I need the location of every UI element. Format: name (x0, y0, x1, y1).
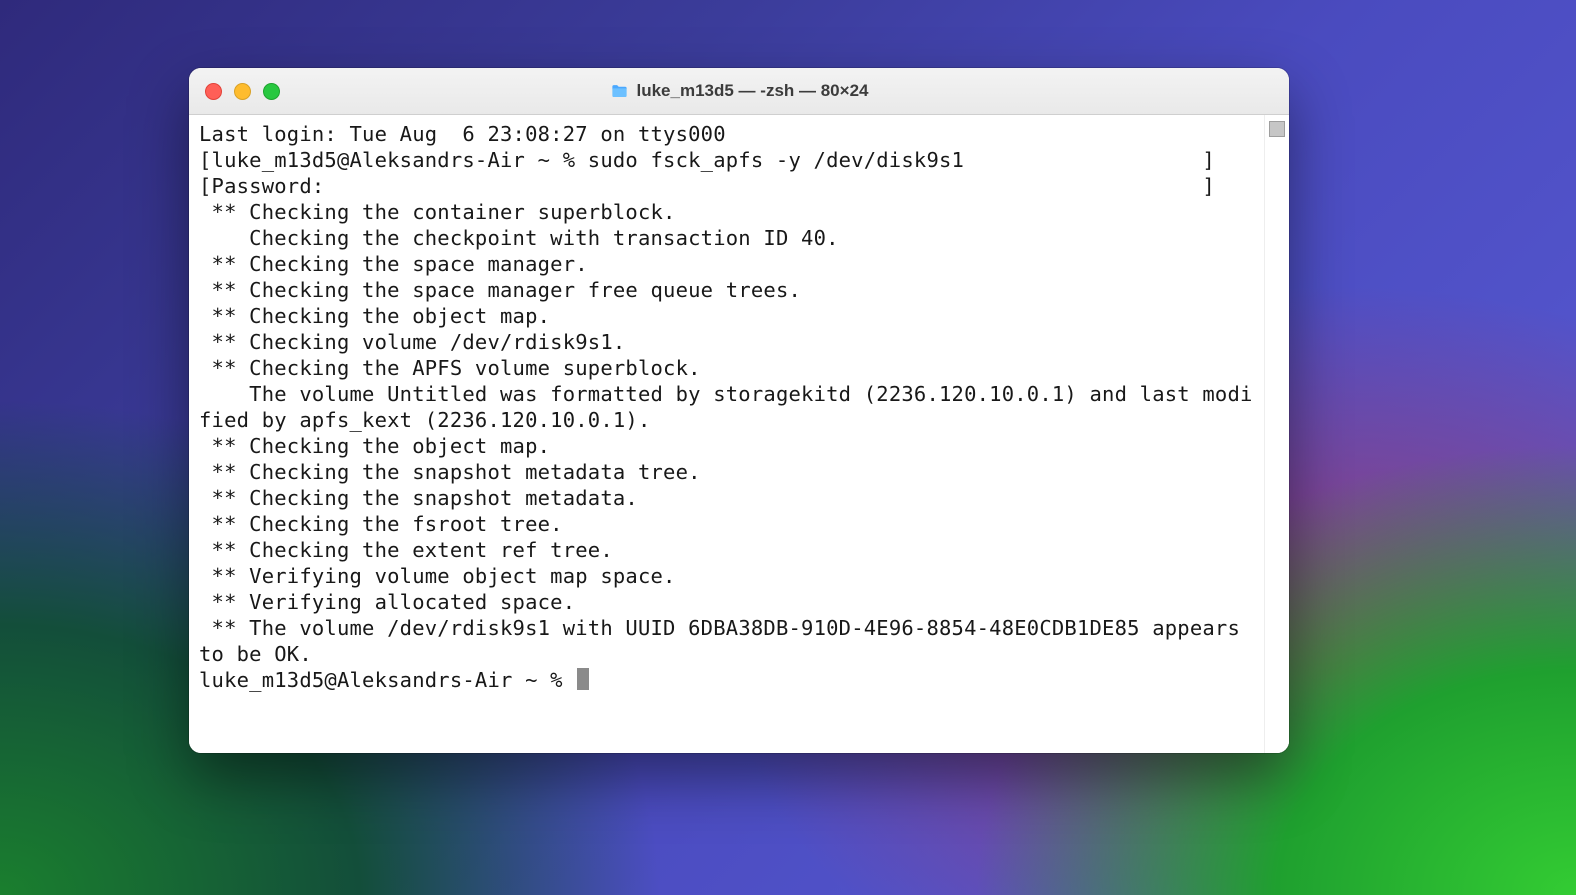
zoom-button[interactable] (263, 83, 280, 100)
folder-icon (610, 82, 629, 101)
window-titlebar[interactable]: luke_m13d5 — -zsh — 80×24 (189, 68, 1289, 115)
window-title: luke_m13d5 — -zsh — 80×24 (189, 81, 1289, 101)
window-title-text: luke_m13d5 — -zsh — 80×24 (637, 81, 869, 101)
terminal-cursor (577, 668, 589, 690)
window-controls (205, 83, 280, 100)
desktop-background: luke_m13d5 — -zsh — 80×24 Last login: Tu… (0, 0, 1576, 895)
terminal-window: luke_m13d5 — -zsh — 80×24 Last login: Tu… (189, 68, 1289, 753)
close-button[interactable] (205, 83, 222, 100)
minimize-button[interactable] (234, 83, 251, 100)
vertical-scrollbar[interactable] (1264, 115, 1289, 753)
terminal-content-wrap: Last login: Tue Aug 6 23:08:27 on ttys00… (189, 115, 1289, 753)
scrollbar-thumb[interactable] (1269, 121, 1285, 137)
terminal-output[interactable]: Last login: Tue Aug 6 23:08:27 on ttys00… (189, 115, 1264, 753)
